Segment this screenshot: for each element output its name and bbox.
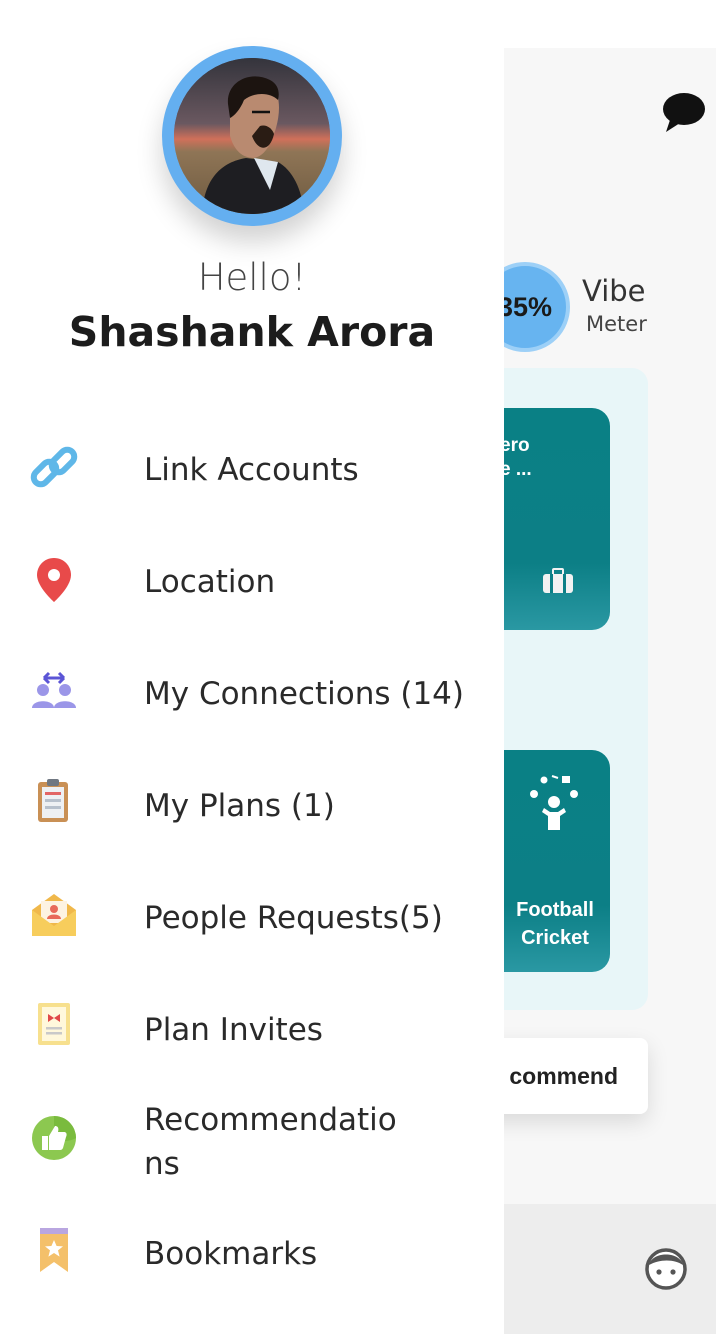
briefcase-icon	[543, 568, 573, 593]
user-name: Shashank Arora	[68, 308, 436, 356]
sports-juggler-icon	[530, 775, 578, 830]
bookmark-icon	[40, 1228, 68, 1272]
profile-avatar[interactable]	[162, 46, 342, 226]
menu-item-people-requests[interactable]: People Requests(5)	[0, 862, 504, 974]
menu-item-location[interactable]: Location	[0, 526, 504, 638]
card-title: Football Cricket	[516, 899, 594, 949]
menu-label: Recommendatio ns	[144, 1102, 397, 1182]
recommend-label: commend	[509, 1062, 618, 1089]
vibe-title: Vibe	[582, 274, 646, 308]
link-icon	[30, 446, 78, 488]
menu-item-my-plans[interactable]: My Plans (1)	[0, 750, 504, 862]
location-pin-icon	[37, 558, 71, 602]
card-title: ero e ...	[500, 435, 532, 480]
avatar-photo	[174, 58, 330, 214]
menu-label: Location	[144, 564, 276, 600]
menu-item-recommendations[interactable]: Recommendatio ns	[0, 1086, 504, 1198]
menu-label: My Connections (14)	[144, 676, 464, 712]
invite-card-icon	[38, 1003, 70, 1045]
menu-label: Bookmarks	[144, 1236, 318, 1272]
profile-face-icon[interactable]	[644, 1245, 688, 1291]
vibe-subtitle: Meter	[586, 312, 647, 336]
navigation-drawer: Hello! Shashank Arora Link Accounts Loca…	[0, 0, 504, 1334]
clipboard-icon	[38, 779, 68, 822]
envelope-person-icon	[32, 894, 76, 936]
thumbs-up-icon	[32, 1116, 76, 1160]
vibe-percent: 35%	[497, 291, 553, 322]
menu-item-link-accounts[interactable]: Link Accounts	[0, 414, 504, 526]
menu-label: Plan Invites	[144, 1012, 323, 1048]
greeting-text: Hello!	[197, 256, 307, 299]
menu-label: Link Accounts	[144, 452, 359, 488]
chat-bubble-icon[interactable]	[660, 90, 708, 134]
menu-item-my-connections[interactable]: My Connections (14)	[0, 638, 504, 750]
connections-icon	[32, 671, 76, 708]
menu-label: People Requests(5)	[144, 900, 443, 936]
menu-label: My Plans (1)	[144, 788, 335, 824]
menu-item-plan-invites[interactable]: Plan Invites	[0, 974, 504, 1086]
menu-item-bookmarks[interactable]: Bookmarks	[0, 1198, 504, 1310]
